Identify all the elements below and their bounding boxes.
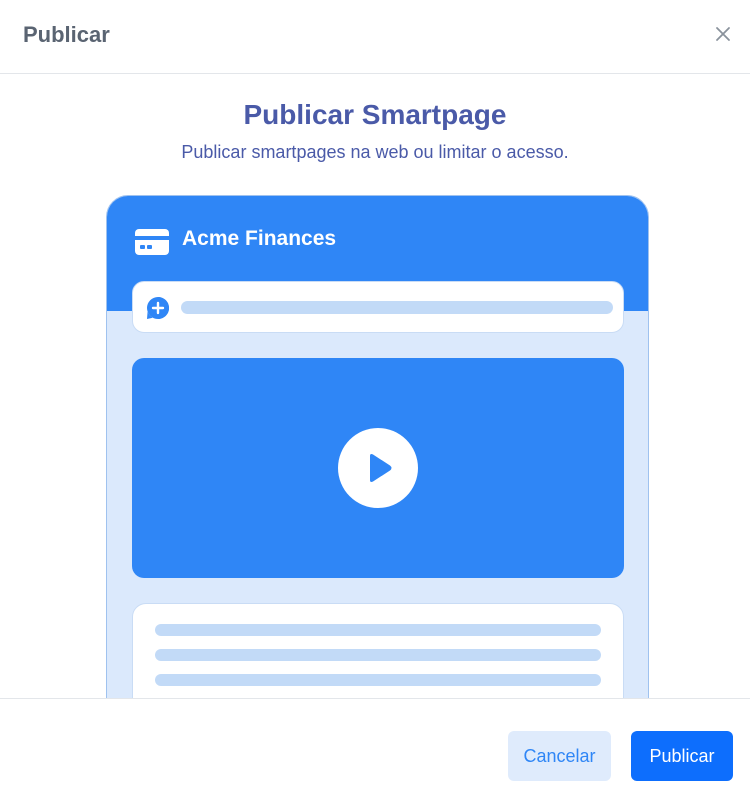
preview-text-card [132,603,624,698]
plus-circle-icon [147,296,170,319]
placeholder-line [155,674,601,686]
preview-video-card [132,358,624,578]
smartpage-preview: Acme Finances [106,195,649,698]
placeholder-line [155,649,601,661]
placeholder-line [155,624,601,636]
cancel-button[interactable]: Cancelar [508,731,611,781]
modal-header: Publicar [0,0,750,74]
preview-search-card [132,281,624,333]
placeholder-bar [181,301,613,314]
hero-subtitle: Publicar smartpages na web ou limitar o … [181,142,569,162]
app-name: Acme Finances [182,227,337,250]
close-icon [716,27,730,41]
play-button[interactable] [338,428,418,508]
close-button[interactable] [708,20,738,48]
modal-footer: Cancelar Publicar [0,698,750,803]
credit-card-icon [135,229,169,255]
play-icon [370,454,392,482]
hero-title: Publicar Smartpage [243,99,507,130]
publish-button[interactable]: Publicar [631,731,733,781]
modal-title: Publicar [23,22,110,47]
modal-body: Publicar Smartpage Publicar smartpages n… [0,75,750,698]
